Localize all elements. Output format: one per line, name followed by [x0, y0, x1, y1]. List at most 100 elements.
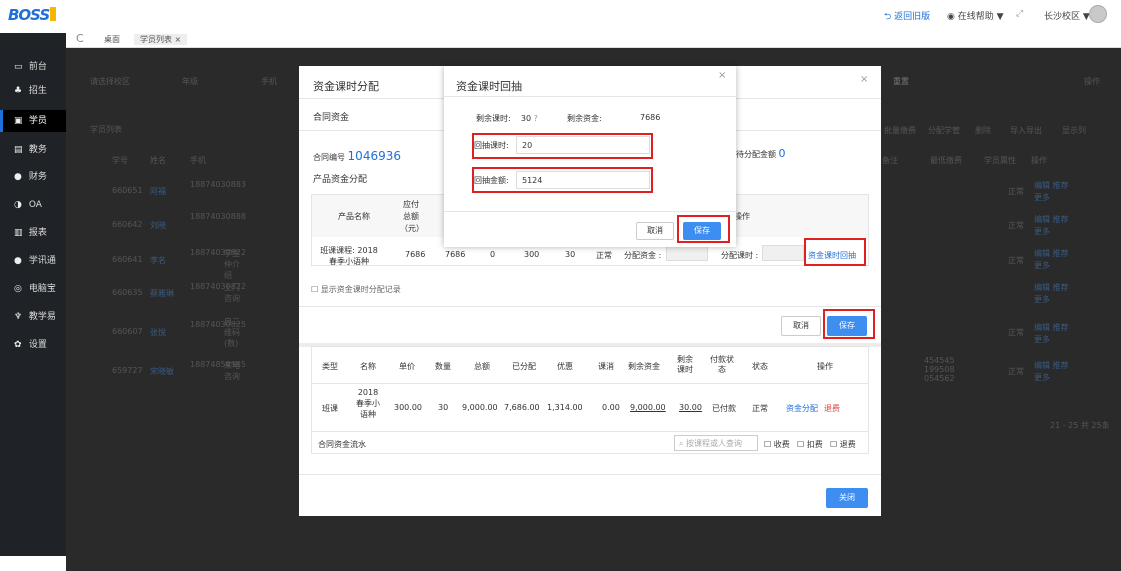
col-header: 操作 — [817, 362, 833, 371]
remaining-hours-link[interactable]: 30.00 — [679, 403, 702, 412]
cancel-button[interactable]: 取消 — [636, 222, 674, 240]
boss-logo[interactable]: BOSS — [8, 6, 58, 28]
divider — [299, 474, 881, 475]
target-icon: ◎ — [14, 284, 22, 294]
grade-filter: 年级 — [182, 77, 198, 86]
col-header: 总额 — [474, 362, 490, 371]
allocate-fund-label: 分配资金 : — [624, 251, 662, 260]
col-phone: 手机 — [190, 156, 206, 165]
col-remark: 备注 — [882, 156, 898, 165]
sidebar-item-teaching[interactable]: ♆ 教学易 — [0, 306, 66, 328]
flow-title: 合同资金流水 — [318, 440, 366, 449]
highlight-box — [677, 215, 730, 243]
campus-filter: 请选择校区 — [90, 77, 130, 86]
fund-hours-back-modal: 资金课时回抽 × 剩余课时: 30 ? 剩余资金: 7686 回抽课时: 20 … — [444, 66, 736, 247]
coin-icon: ● — [14, 172, 22, 182]
product-cell: 0 — [490, 250, 496, 259]
show-records-checkbox[interactable]: ☐ 显示资金课时分配记录 — [311, 284, 401, 295]
close-icon[interactable]: × — [718, 70, 726, 81]
return-old-version-link[interactable]: ⮌ 返回旧版 — [884, 9, 930, 25]
fullscreen-icon[interactable]: ⤢ — [1016, 9, 1023, 19]
toolbar-button: 显示列 — [1062, 126, 1086, 135]
filter-deduct-checkbox[interactable]: ☐ 扣费 — [797, 439, 823, 450]
col-op: 操作 — [1031, 156, 1047, 165]
modal-title: 资金课时回抽 — [456, 80, 522, 93]
col-header: 剩余资金 — [628, 362, 660, 371]
help-icon: ◉ — [947, 12, 958, 22]
sidebar-item-diannaobao[interactable]: ◎ 电脑宝 — [0, 278, 66, 300]
avatar[interactable] — [1089, 5, 1107, 23]
product-name: 班课课程: 2018春季小语种 — [320, 246, 378, 266]
toolbar-button: 删除 — [975, 126, 991, 135]
gear-icon: ✿ — [14, 340, 22, 350]
col-header: 单价 — [399, 362, 415, 371]
col-total: 应付总额（元） — [400, 200, 424, 233]
sidebar-item-settings[interactable]: ✿ 设置 — [0, 334, 66, 356]
search-icon: ⌕ — [679, 439, 687, 448]
contract-number: 合同编号 1046936 — [313, 149, 401, 163]
sidebar-item-students[interactable]: ▣ 学员 — [0, 110, 66, 132]
col-attr: 学员属性 — [984, 156, 1016, 165]
chevron-down-icon: ▼ — [996, 12, 1004, 22]
tab-desk[interactable]: 桌面 — [104, 34, 120, 45]
sidebar: ▭ 前台 ♣ 招生 ▣ 学员 ▤ 教务 ● 财务 ◑ OA ▥ 报表 ● 学讯通… — [0, 33, 66, 556]
pending-amount: 待分配金额 0 — [736, 147, 786, 160]
sidebar-item-xuexuntong[interactable]: ● 学讯通 — [0, 250, 66, 272]
col-name: 姓名 — [150, 156, 166, 165]
remaining-fund-value: 7686 — [640, 113, 661, 122]
col-header: 类型 — [322, 362, 338, 371]
product-total: 7686 — [405, 250, 426, 259]
refund-link[interactable]: 退费 — [824, 403, 840, 414]
remaining-fund: 剩余资金: — [567, 114, 602, 123]
fund-allocate-link[interactable]: 资金分配 — [786, 403, 818, 414]
sidebar-item-reports[interactable]: ▥ 报表 — [0, 222, 66, 244]
col-header: 课消 — [598, 362, 614, 371]
toolbar-button: 导入导出 — [1010, 126, 1042, 135]
col-header: 名称 — [360, 362, 376, 371]
reset-button: 重置 — [893, 77, 909, 86]
sidebar-item-enroll[interactable]: ♣ 招生 — [0, 80, 66, 102]
product-cell: 7686 — [445, 250, 466, 259]
filter-refund-checkbox[interactable]: ☐ 退费 — [830, 439, 856, 450]
book-icon: ▤ — [14, 145, 23, 155]
sidebar-item-academic[interactable]: ▤ 教务 — [0, 139, 66, 161]
bar-chart-icon: ▥ — [14, 228, 23, 238]
contract-table: 类型 名称 单价 数量 总额 已分配 优惠 课消 剩余资金 剩余课时 付款状态 … — [311, 346, 869, 454]
col-product-name: 产品名称 — [338, 212, 370, 221]
help-dropdown[interactable]: ◉ 在线帮助 ▼ — [947, 9, 1004, 22]
allocate-fund-input[interactable] — [666, 245, 708, 261]
phone-filter: 手机 — [261, 77, 277, 86]
close-icon[interactable]: × — [860, 74, 868, 85]
product-cell: 30 — [565, 250, 576, 259]
highlight-box — [472, 167, 653, 193]
product-cell: 300 — [524, 250, 540, 259]
col-header: 剩余课时 — [677, 355, 693, 374]
top-header: BOSS ⮌ 返回旧版 ◉ 在线帮助 ▼ ⤢ 长沙校区 ▼ — [0, 0, 1121, 33]
refresh-icon[interactable]: C — [76, 32, 84, 45]
sidebar-item-finance[interactable]: ● 财务 — [0, 166, 66, 188]
cancel-button[interactable]: 取消 — [781, 316, 821, 336]
col-header: 优惠 — [557, 362, 573, 371]
section-product-fund: 产品资金分配 — [313, 175, 368, 185]
allocate-hours-label: 分配课时 : — [721, 251, 759, 260]
flow-search-input[interactable]: ⌕ 按课程或人查询 — [674, 435, 758, 451]
highlight-box — [804, 238, 866, 266]
pagination: 21 - 25 共 25条 — [1050, 421, 1110, 430]
undo-icon: ⮌ — [884, 12, 895, 22]
sidebar-item-desk[interactable]: ▭ 前台 — [0, 56, 66, 78]
page-tabs-bar: C 桌面 学员列表 × — [66, 30, 1121, 48]
list-title: 学员列表 — [90, 125, 122, 134]
col-no: 学号 — [112, 156, 128, 165]
col-op: 操作 — [734, 212, 750, 221]
close-icon[interactable]: × — [175, 35, 182, 44]
highlight-box — [472, 133, 653, 159]
divider — [299, 306, 881, 307]
sidebar-item-oa[interactable]: ◑ OA — [0, 194, 66, 216]
campus-dropdown[interactable]: 长沙校区 ▼ — [1044, 9, 1090, 22]
remaining-fund-link[interactable]: 9,000.00 — [630, 403, 666, 412]
tab-student-list[interactable]: 学员列表 × — [134, 34, 188, 45]
users-icon: ♣ — [14, 86, 23, 96]
filter-charge-checkbox[interactable]: ☐ 收费 — [764, 439, 790, 450]
close-button[interactable]: 关闭 — [826, 488, 868, 508]
allocate-hours-input[interactable] — [762, 245, 804, 261]
